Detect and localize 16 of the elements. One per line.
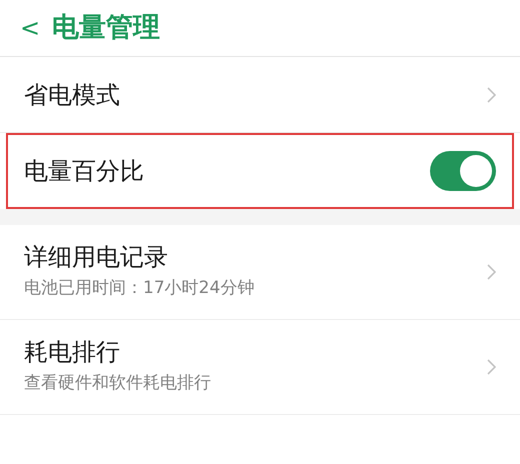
settings-row[interactable]: 省电模式 — [0, 57, 520, 133]
page-title: 电量管理 — [52, 10, 160, 45]
settings-row[interactable]: 详细用电记录 电池已用时间：17小时24分钟 — [0, 225, 520, 320]
chevron-right-icon — [487, 264, 496, 280]
row-title: 耗电排行 — [24, 337, 121, 368]
row-title: 电量百分比 — [24, 156, 144, 186]
row-title: 省电模式 — [24, 80, 120, 110]
toggle-switch[interactable] — [430, 151, 496, 191]
row-subtitle: 查看硬件和软件耗电排行 — [24, 372, 211, 396]
back-button[interactable]: < — [20, 10, 40, 46]
settings-row[interactable]: 耗电排行 查看硬件和软件耗电排行 — [0, 320, 520, 415]
chevron-right-icon — [487, 359, 496, 375]
settings-row[interactable]: 电量百分比 — [6, 133, 514, 209]
chevron-right-icon — [487, 86, 496, 102]
row-title: 详细用电记录 — [24, 242, 169, 272]
row-subtitle: 电池已用时间：17小时24分钟 — [24, 277, 254, 300]
